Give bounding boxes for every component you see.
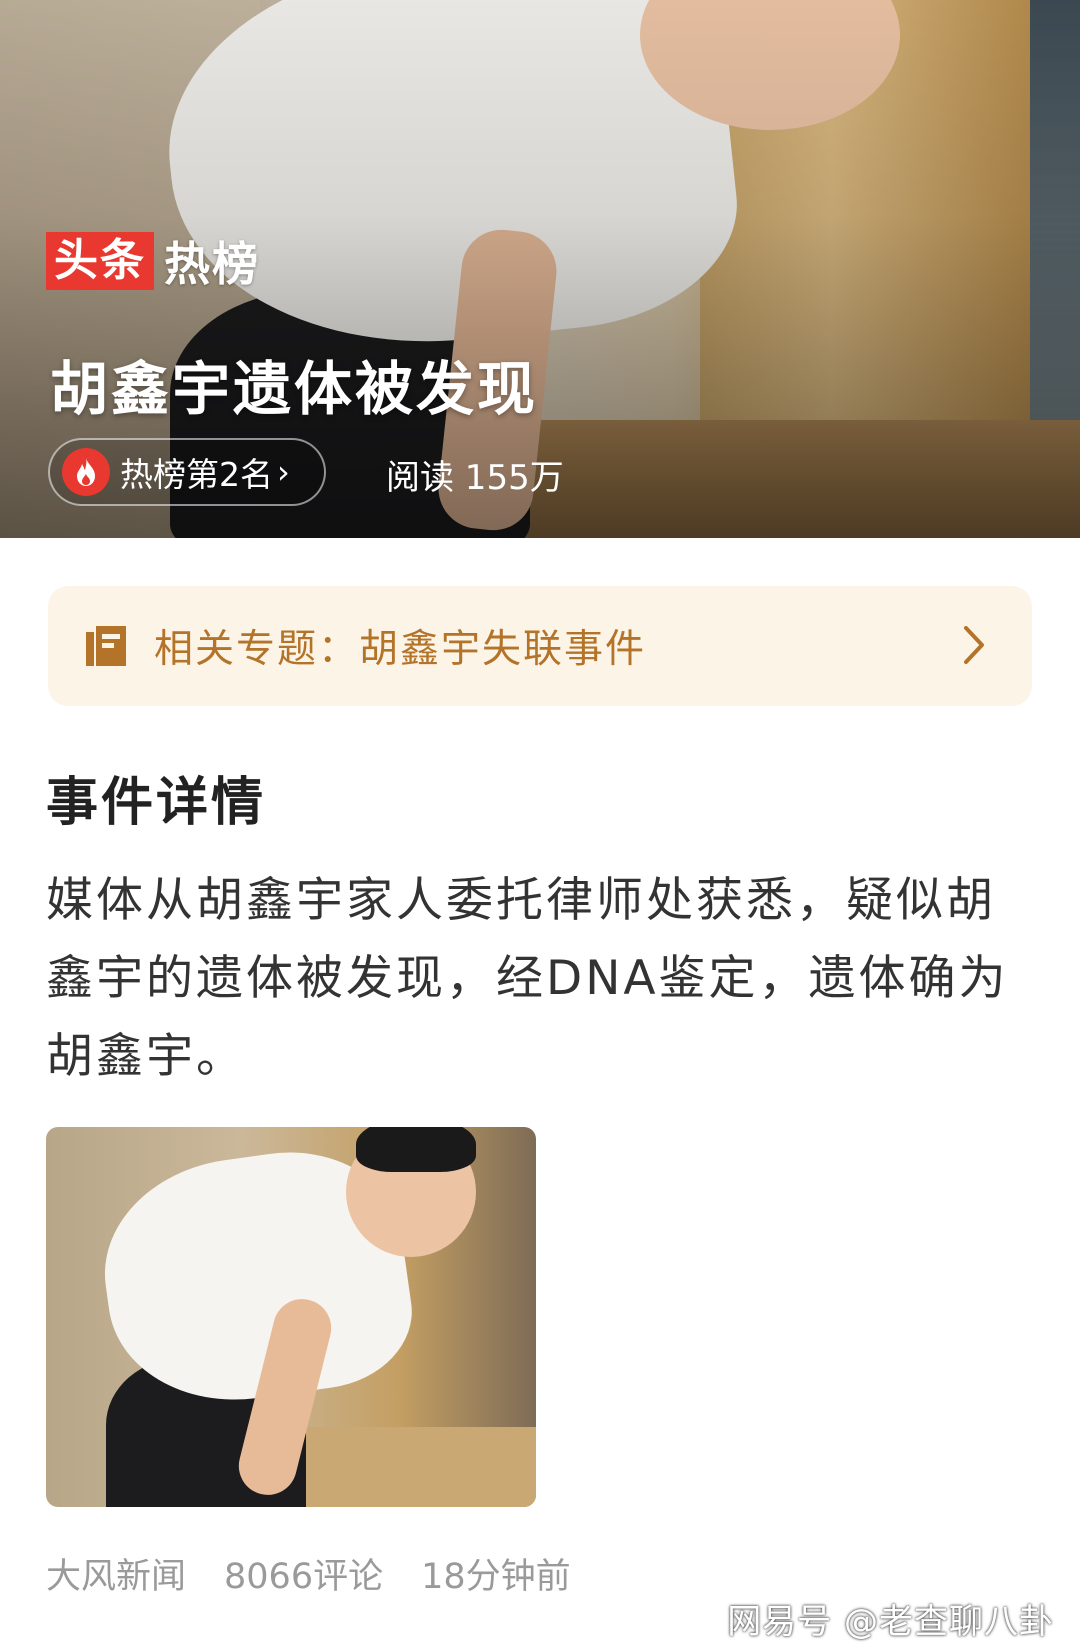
hot-rank-button[interactable]: 热榜第2名 › — [48, 438, 326, 506]
section-title-event-details: 事件详情 — [46, 773, 267, 833]
photo-floor — [306, 1427, 536, 1507]
page-title: 胡鑫宇遗体被发现 — [50, 355, 539, 423]
photo-figure-hair — [356, 1127, 476, 1172]
read-count: 阅读 155万 — [386, 458, 564, 498]
watermark: 网易号 @老查聊八卦 — [727, 1602, 1054, 1642]
source-name[interactable]: 大风新闻 — [46, 1548, 186, 1599]
hero-banner[interactable]: 头条 热榜 胡鑫宇遗体被发现 热榜第2名 › 阅读 155万 — [0, 0, 1080, 538]
brand-badge: 头条 — [46, 232, 154, 290]
timestamp: 18分钟前 — [421, 1557, 571, 1597]
event-details-body: 媒体从胡鑫宇家人委托律师处获悉，疑似胡鑫宇的遗体被发现，经DNA鉴定，遗体确为胡… — [46, 873, 1009, 1084]
comment-count[interactable]: 8066评论 — [224, 1548, 383, 1599]
chevron-right-icon: › — [277, 453, 290, 491]
chevron-right-icon — [964, 626, 984, 664]
article-photo[interactable] — [46, 1127, 536, 1507]
hot-rank-label: 热榜第2名 — [120, 455, 273, 494]
document-icon — [86, 626, 126, 666]
flame-icon — [62, 448, 110, 496]
toutiao-hot-list-logo: 头条 热榜 — [46, 232, 260, 291]
brand-suffix: 热榜 — [164, 237, 260, 291]
related-topic-card[interactable]: 相关专题：胡鑫宇失联事件 — [48, 586, 1032, 706]
article-meta: 大风新闻 8066评论 18分钟前 — [46, 1548, 609, 1599]
related-topic-label: 相关专题：胡鑫宇失联事件 — [154, 627, 647, 672]
